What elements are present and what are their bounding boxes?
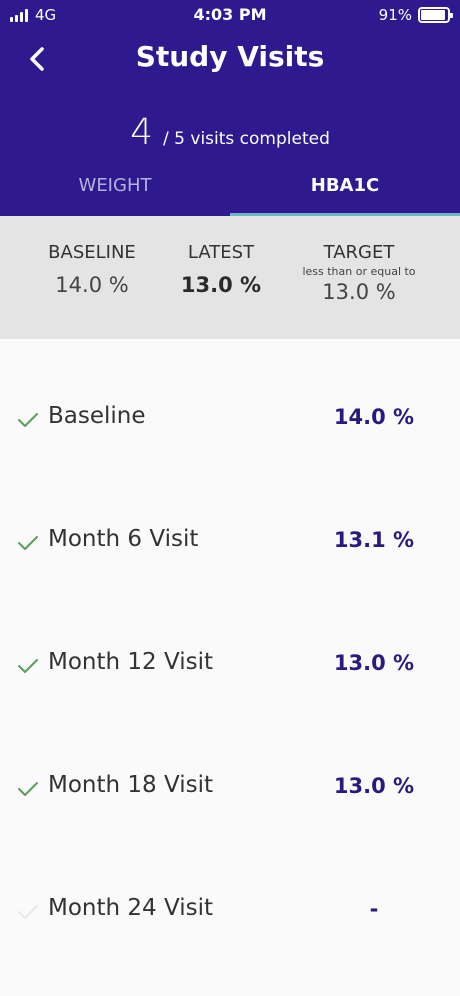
visit-name: Month 18 Visit [48, 772, 213, 798]
check-icon [18, 659, 38, 673]
visit-value: - [369, 897, 379, 921]
visit-name: Month 6 Visit [48, 526, 199, 552]
stats-panel: BASELINE 14.0 % LATEST 13.0 % TARGET les… [0, 216, 460, 339]
visit-name: Month 24 Visit [48, 895, 213, 921]
check-icon [18, 536, 38, 550]
check-icon [18, 782, 38, 796]
visit-row-month-6[interactable]: Month 6 Visit 13.1 % [0, 512, 460, 572]
status-bar: 4G 4:03 PM 91% [0, 0, 460, 32]
stat-latest-value: 13.0 % [180, 273, 262, 297]
status-right: 91% [378, 6, 453, 24]
stat-baseline: BASELINE 14.0 % [32, 242, 152, 297]
tab-weight[interactable]: WEIGHT [0, 170, 230, 216]
visit-row-baseline[interactable]: Baseline 14.0 % [0, 389, 460, 449]
visit-value: 13.0 % [333, 651, 415, 675]
battery-percentage: 91% [378, 6, 412, 24]
visit-row-month-12[interactable]: Month 12 Visit 13.0 % [0, 635, 460, 695]
stat-baseline-value: 14.0 % [55, 273, 129, 297]
visits-completed-count: 4 [130, 112, 154, 153]
page-title: Study Visits [135, 40, 325, 73]
stat-latest-label: LATEST [187, 242, 255, 263]
stat-target-label: TARGET [323, 242, 395, 263]
visits-summary: 4 / 5 visits completed [0, 112, 460, 153]
battery-icon [418, 7, 453, 23]
app-header: 4G 4:03 PM 91% Study Visits 4 / 5 visits… [0, 0, 460, 216]
visit-row-month-24[interactable]: Month 24 Visit - [0, 881, 460, 941]
tab-hba1c[interactable]: HBA1C [230, 170, 460, 216]
visit-value: 14.0 % [333, 405, 415, 429]
stat-target-value: 13.0 % [322, 280, 396, 304]
battery-fill [421, 10, 445, 20]
check-icon [18, 413, 38, 427]
visits-completed-text: / 5 visits completed [163, 129, 330, 149]
visit-row-month-18[interactable]: Month 18 Visit 13.0 % [0, 758, 460, 818]
stat-baseline-label: BASELINE [48, 242, 136, 263]
visit-value: 13.1 % [333, 528, 415, 552]
visit-name: Baseline [48, 403, 146, 429]
visit-name: Month 12 Visit [48, 649, 213, 675]
stat-latest: LATEST 13.0 % [171, 242, 271, 297]
stat-target: TARGET less than or equal to 13.0 % [289, 242, 429, 304]
visit-value: 13.0 % [333, 774, 415, 798]
stat-target-sublabel: less than or equal to [302, 265, 416, 278]
check-icon [18, 905, 38, 919]
